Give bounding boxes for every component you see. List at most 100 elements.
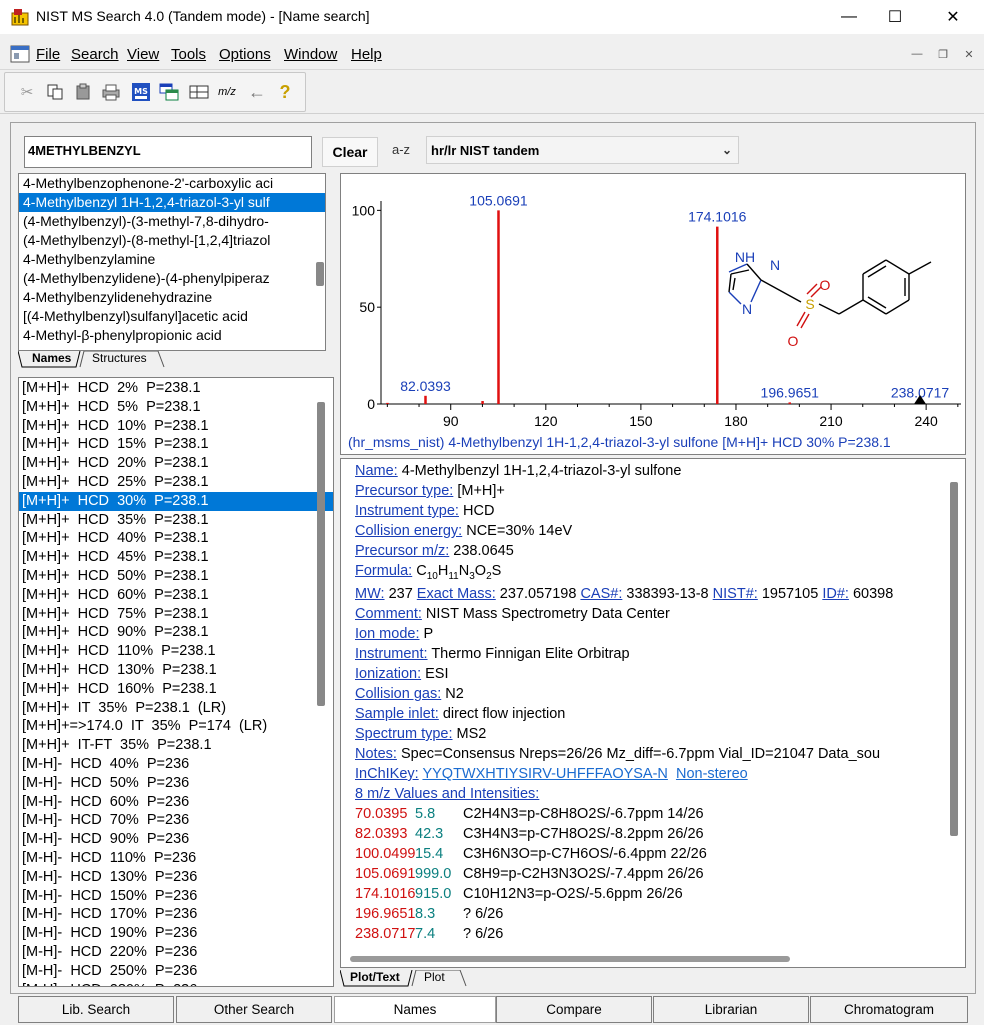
spectrum-list-item[interactable]: [M+H]+ HCD 110% P=238.1 [19, 642, 333, 661]
mdi-minimize-icon[interactable]: — [906, 45, 928, 63]
menu-file[interactable]: File [36, 46, 60, 63]
mdi-close-icon[interactable]: ✕ [958, 45, 980, 63]
notes-label[interactable]: Notes: [355, 746, 397, 762]
compare-windows-icon[interactable] [157, 81, 181, 103]
spectrum-list-item[interactable]: [M+H]+ HCD 50% P=238.1 [19, 567, 333, 586]
spectrum-plot[interactable]: 0 50 100 90 120 150 180 210 240 82.0393 105.0691 17… [341, 174, 965, 434]
name-list-item[interactable]: (4-Methylbenzyl)-(3-methyl-7,8-dihydro- [19, 212, 325, 231]
spectra-scrollbar-thumb[interactable] [317, 402, 325, 706]
names-button[interactable]: Names [334, 996, 496, 1023]
spectrum-list-item[interactable]: [M-H]- HCD 250% P=236 [19, 962, 333, 981]
info-horizontal-scrollbar[interactable] [350, 956, 790, 962]
spectra-list[interactable]: [M+H]+ HCD 2% P=238.1 [M+H]+ HCD 5% P=238… [18, 377, 334, 987]
spectrum-list-item[interactable]: [M+H]+ IT 35% P=238.1 (LR) [19, 699, 333, 718]
ms-library-icon[interactable]: MS [129, 81, 153, 103]
spectrum-list-item[interactable]: [M-H]- HCD 220% P=236 [19, 943, 333, 962]
names-scrollbar-thumb[interactable] [316, 262, 324, 286]
inchikey-label[interactable]: InChIKey: [355, 766, 419, 782]
ionization-label[interactable]: Ionization: [355, 666, 421, 682]
name-list-item[interactable]: 4-Methyl-β-phenylpropionic acid [19, 326, 325, 345]
menu-view[interactable]: View [127, 46, 159, 63]
inchikey-link[interactable]: YYQTWXHTIYSIRV-UHFFFAOYSA-N [422, 766, 667, 782]
tab-structures[interactable]: Structures [92, 351, 147, 365]
menu-options[interactable]: Options [219, 46, 271, 63]
minimize-button[interactable]: — [826, 0, 872, 34]
name-search-input[interactable]: 4METHYLBENZYL [24, 136, 312, 168]
spectrum-list-item[interactable]: [M+H]+ HCD 35% P=238.1 [19, 511, 333, 530]
name-list-item[interactable]: 4-Methylbenzyl 1H-1,2,4-triazol-3-yl sul… [19, 193, 325, 212]
mdi-restore-icon[interactable]: ❐ [932, 45, 954, 63]
help-icon[interactable]: ? [273, 81, 297, 103]
name-list-item[interactable]: 4-Methylbenzophenone-2'-carboxylic aci [19, 174, 325, 193]
formula-label[interactable]: Formula: [355, 563, 412, 579]
spectrum-list-item[interactable]: [M+H]+ HCD 25% P=238.1 [19, 473, 333, 492]
name-list-item[interactable]: 4-Methylbenzylidenehydrazine [19, 288, 325, 307]
spectrum-list-item[interactable]: [M+H]+ HCD 130% P=238.1 [19, 661, 333, 680]
spectrum-list-item[interactable]: [M-H]- HCD 70% P=236 [19, 811, 333, 830]
maximize-button[interactable]: ☐ [872, 0, 918, 34]
comment-label[interactable]: Comment: [355, 606, 422, 622]
precursor-type-label[interactable]: Precursor type: [355, 483, 453, 499]
mw-label[interactable]: MW: [355, 586, 385, 602]
spectrum-list-item[interactable]: [M+H]+ HCD 15% P=238.1 [19, 435, 333, 454]
name-list-item[interactable]: 4-Methylbenzylamine [19, 250, 325, 269]
name-label[interactable]: Name: [355, 463, 398, 479]
spectrum-list-item[interactable]: [M-H]- HCD 90% P=236 [19, 830, 333, 849]
spectrum-list-item[interactable]: [M-H]- HCD 60% P=236 [19, 793, 333, 812]
print-icon[interactable] [99, 81, 123, 103]
spectrum-list-item[interactable]: [M+H]+ HCD 2% P=238.1 [19, 379, 333, 398]
copy-icon[interactable] [43, 81, 67, 103]
non-stereo-link[interactable]: Non-stereo [676, 766, 748, 782]
other-search-button[interactable]: Other Search [176, 996, 332, 1023]
exact-mass-label[interactable]: Exact Mass: [417, 586, 496, 602]
spectrum-list-item[interactable]: [M-H]- HCD 130% P=236 [19, 868, 333, 887]
spectrum-list-item[interactable]: [M+H]+ HCD 90% P=238.1 [19, 623, 333, 642]
spectrum-list-item[interactable]: [M+H]+ HCD 40% P=238.1 [19, 529, 333, 548]
menu-tools[interactable]: Tools [171, 46, 206, 63]
document-icon[interactable] [10, 45, 30, 63]
spectrum-list-item[interactable]: [M-H]- HCD 280% P=236 [19, 981, 333, 987]
tab-plot[interactable]: Plot [424, 970, 445, 984]
menu-help[interactable]: Help [351, 46, 382, 63]
spectrum-list-item[interactable]: [M-H]- HCD 150% P=236 [19, 887, 333, 906]
spectrum-list-item[interactable]: [M+H]+ HCD 5% P=238.1 [19, 398, 333, 417]
spectrum-list-item[interactable]: [M-H]- HCD 170% P=236 [19, 905, 333, 924]
spectrum-type-label[interactable]: Spectrum type: [355, 726, 453, 742]
paste-icon[interactable] [71, 81, 95, 103]
name-list-item[interactable]: (4-Methylbenzyl)-(8-methyl-[1,2,4]triazo… [19, 231, 325, 250]
clear-button[interactable]: Clear [322, 137, 378, 167]
spectrum-list-item[interactable]: [M-H]- HCD 50% P=236 [19, 774, 333, 793]
back-arrow-icon[interactable]: ← [245, 81, 269, 103]
librarian-button[interactable]: Librarian [653, 996, 809, 1023]
compare-button[interactable]: Compare [496, 996, 652, 1023]
spectrum-list-item[interactable]: [M+H]+ HCD 160% P=238.1 [19, 680, 333, 699]
instrument-type-label[interactable]: Instrument type: [355, 503, 459, 519]
tab-plot-text[interactable]: Plot/Text [350, 970, 400, 984]
sort-order-label[interactable]: a-z [392, 142, 410, 157]
peaks-header[interactable]: 8 m/z Values and Intensities: [355, 786, 539, 802]
spectrum-list-item[interactable]: [M+H]+ IT-FT 35% P=238.1 [19, 736, 333, 755]
tab-names[interactable]: Names [32, 351, 71, 365]
cas-label[interactable]: CAS#: [580, 586, 622, 602]
name-list-item[interactable]: [(4-Methylbenzyl)sulfanyl]acetic acid [19, 307, 325, 326]
spectrum-list-item[interactable]: [M+H]+ HCD 10% P=238.1 [19, 417, 333, 436]
library-select[interactable]: hr/lr NIST tandem ⌄ [426, 136, 739, 164]
instrument-label[interactable]: Instrument: [355, 646, 428, 662]
name-list-item[interactable]: (4-Methylbenzylidene)-(4-phenylpiperaz [19, 269, 325, 288]
spectrum-list-item[interactable]: [M+H]+=>174.0 IT 35% P=174 (LR) [19, 717, 333, 736]
spectrum-list-item[interactable]: [M+H]+ HCD 20% P=238.1 [19, 454, 333, 473]
spectrum-list-item[interactable]: [M-H]- HCD 190% P=236 [19, 924, 333, 943]
collision-energy-label[interactable]: Collision energy: [355, 523, 462, 539]
spectrum-list-item[interactable]: [M+H]+ HCD 75% P=238.1 [19, 605, 333, 624]
mz-icon[interactable]: m/z [215, 81, 239, 103]
menu-window[interactable]: Window [284, 46, 337, 63]
precursor-mz-label[interactable]: Precursor m/z: [355, 543, 449, 559]
collision-gas-label[interactable]: Collision gas: [355, 686, 441, 702]
nist-number-label[interactable]: NIST#: [713, 586, 758, 602]
names-list[interactable]: 4-Methylbenzophenone-2'-carboxylic aci 4-… [18, 173, 326, 351]
ion-mode-label[interactable]: Ion mode: [355, 626, 420, 642]
info-scrollbar-thumb[interactable] [950, 482, 958, 836]
spectrum-list-item[interactable]: [M+H]+ HCD 30% P=238.1 [19, 491, 333, 511]
spectrum-list-item[interactable]: [M-H]- HCD 40% P=236 [19, 755, 333, 774]
id-label[interactable]: ID#: [822, 586, 849, 602]
